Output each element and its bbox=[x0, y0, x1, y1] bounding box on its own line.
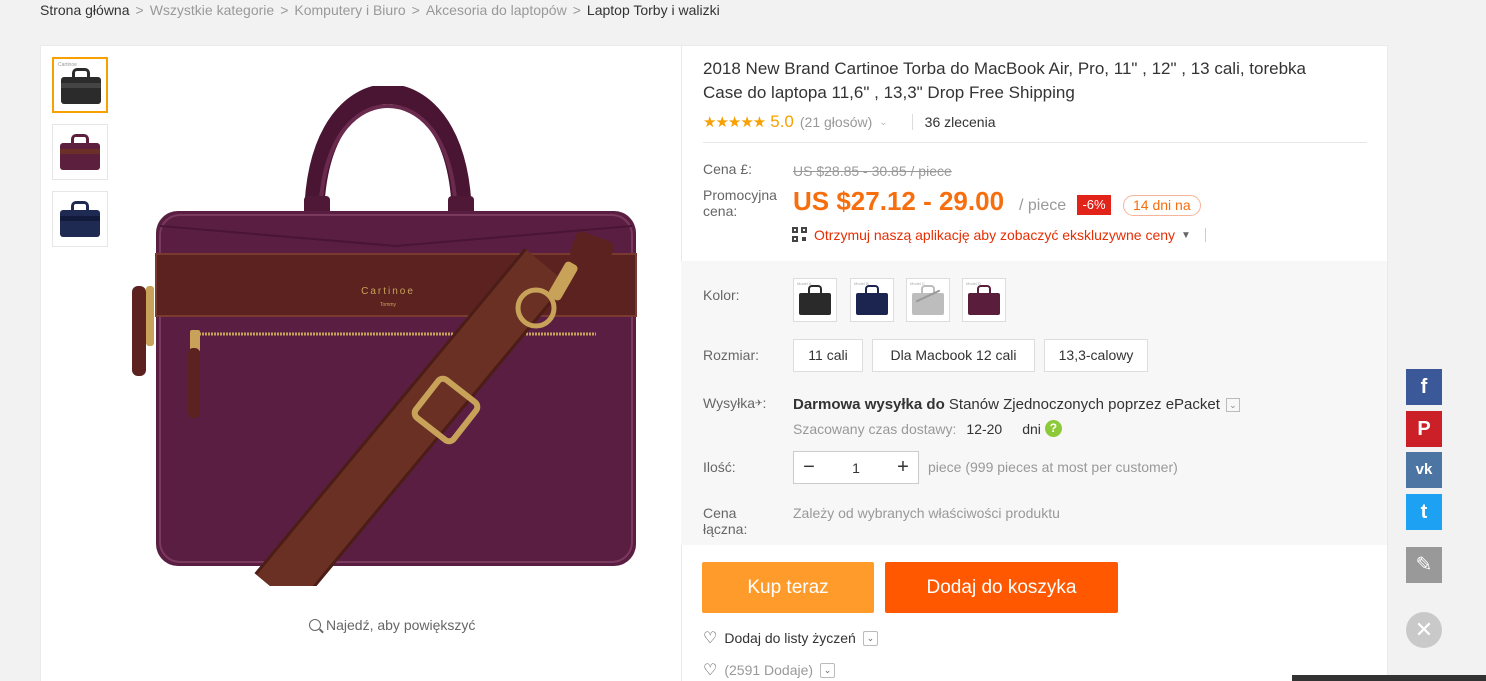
breadcrumb-home[interactable]: Strona główna bbox=[40, 2, 130, 18]
breadcrumb-laptop-bags[interactable]: Laptop Torby i walizki bbox=[587, 2, 720, 18]
price-label: Cena £: bbox=[703, 161, 753, 177]
size-option-11[interactable]: 11 cali bbox=[793, 339, 863, 372]
rating-value: 5.0 bbox=[770, 112, 794, 131]
heart-plus-icon[interactable]: ♡ bbox=[703, 660, 717, 680]
discount-badge: -6% bbox=[1077, 195, 1111, 215]
color-label: Kolor: bbox=[703, 287, 740, 303]
shipping-label-wrap: Wysyłka✈: bbox=[703, 395, 767, 411]
breadcrumb-all-categories[interactable]: Wszystkie kategorie bbox=[150, 2, 274, 18]
rating-row: ★★★★★ 5.0 (21 głosów) ⌄ 36 zlecenia bbox=[703, 111, 1367, 133]
delivery-unit: dni bbox=[1022, 420, 1041, 437]
wishlist-count-row[interactable]: ♡ (2591 Dodaje) ⌄ bbox=[703, 660, 836, 680]
color-swatch-black[interactable]: Model A bbox=[793, 278, 837, 322]
bottom-toolbar bbox=[1292, 675, 1486, 681]
twitter-icon[interactable]: t bbox=[1406, 494, 1442, 530]
days-badge: 14 dni na bbox=[1123, 195, 1201, 216]
qr-code-icon bbox=[792, 227, 808, 243]
quantity-note: piece (999 pieces at most per customer) bbox=[928, 459, 1178, 475]
quantity-input[interactable] bbox=[824, 459, 888, 476]
breadcrumb: Strona główna > Wszystkie kategorie > Ko… bbox=[40, 0, 720, 20]
delivery-days: 12-20 bbox=[966, 420, 1003, 437]
breadcrumb-sep: > bbox=[135, 2, 144, 18]
delivery-estimate: Szacowany czas dostawy: 12-20 dni ? bbox=[793, 420, 1062, 437]
title-divider bbox=[703, 142, 1367, 143]
total-price-note: Zależy od wybranych właściwości produktu bbox=[793, 505, 1060, 521]
color-swatch-navy[interactable]: Model B bbox=[850, 278, 894, 322]
chevron-down-icon[interactable]: ⌄ bbox=[1225, 397, 1240, 412]
promo-price-label: Promocyjna cena: bbox=[703, 187, 777, 219]
rating-divider bbox=[911, 114, 913, 130]
help-icon[interactable]: ? bbox=[1044, 420, 1062, 437]
app-promo-divider bbox=[1204, 228, 1206, 242]
product-details: 2018 New Brand Cartinoe Torba do MacBook… bbox=[40, 45, 1388, 681]
vk-icon[interactable]: vk bbox=[1406, 452, 1442, 488]
edit-icon[interactable]: ✎ bbox=[1406, 547, 1442, 583]
breadcrumb-sep: > bbox=[572, 2, 581, 18]
original-price: US $28.85 - 30.85 / piece bbox=[793, 163, 952, 179]
minus-icon[interactable]: − bbox=[794, 456, 824, 479]
shipping-destination[interactable]: Stanów Zjednoczonych poprzez ePacket bbox=[949, 396, 1220, 413]
promo-price: US $27.12 - 29.00 bbox=[793, 186, 1005, 216]
breadcrumb-sep: > bbox=[280, 2, 289, 18]
orders-count: 36 zlecenia bbox=[924, 114, 996, 130]
color-swatch-gray[interactable]: Model C bbox=[906, 278, 950, 322]
plus-icon[interactable]: + bbox=[888, 456, 918, 479]
breadcrumb-laptop-accessories[interactable]: Akcesoria do laptopów bbox=[426, 2, 567, 18]
wishlist-row[interactable]: ♡ Dodaj do listy życzeń ⌄ bbox=[703, 628, 878, 648]
votes-count[interactable]: (21 głosów) bbox=[800, 114, 872, 130]
chevron-down-icon[interactable]: ⌄ bbox=[862, 630, 878, 646]
pinterest-icon[interactable]: P bbox=[1406, 411, 1442, 447]
heart-plus-icon[interactable]: ♡ bbox=[703, 628, 717, 648]
size-option-macbook-12[interactable]: Dla Macbook 12 cali bbox=[872, 339, 1035, 372]
app-promo-text[interactable]: Otrzymuj naszą aplikację aby zobaczyć ek… bbox=[814, 227, 1175, 243]
total-price-label: Cena łączna: bbox=[703, 505, 748, 537]
close-icon[interactable]: ✕ bbox=[1406, 612, 1442, 648]
plane-icon: ✈ bbox=[755, 398, 763, 408]
quantity-stepper: − + bbox=[793, 451, 919, 484]
product-title: 2018 New Brand Cartinoe Torba do MacBook… bbox=[703, 59, 1307, 102]
caret-down-icon[interactable]: ▼ bbox=[1181, 230, 1191, 241]
app-promo[interactable]: Otrzymuj naszą aplikację aby zobaczyć ek… bbox=[792, 225, 1206, 245]
chevron-down-icon[interactable]: ⌄ bbox=[820, 662, 836, 678]
size-label: Rozmiar: bbox=[703, 347, 760, 363]
chevron-down-icon[interactable]: ⌄ bbox=[879, 117, 887, 128]
wishlist-count: (2591 Dodaje) bbox=[724, 662, 814, 678]
shipping-info: Darmowa wysyłka do Stanów Zjednoczonych … bbox=[793, 396, 1240, 413]
add-to-cart-button[interactable]: Dodaj do koszyka bbox=[885, 562, 1118, 613]
color-swatch-purple[interactable]: Model D bbox=[962, 278, 1006, 322]
star-rating-icon: ★★★★★ bbox=[703, 114, 766, 131]
facebook-icon[interactable]: f bbox=[1406, 369, 1442, 405]
size-option-13-3[interactable]: 13,3-calowy bbox=[1044, 339, 1148, 372]
quantity-label: Ilość: bbox=[703, 459, 736, 475]
free-shipping-text: Darmowa wysyłka do bbox=[793, 396, 945, 413]
price-unit: / piece bbox=[1019, 197, 1067, 214]
buy-now-button[interactable]: Kup teraz bbox=[702, 562, 874, 613]
shipping-label: Wysyłka bbox=[703, 395, 755, 411]
breadcrumb-computers[interactable]: Komputery i Biuro bbox=[294, 2, 405, 18]
breadcrumb-sep: > bbox=[411, 2, 420, 18]
delivery-label: Szacowany czas dostawy: bbox=[793, 420, 957, 437]
wishlist-text[interactable]: Dodaj do listy życzeń bbox=[724, 630, 856, 646]
